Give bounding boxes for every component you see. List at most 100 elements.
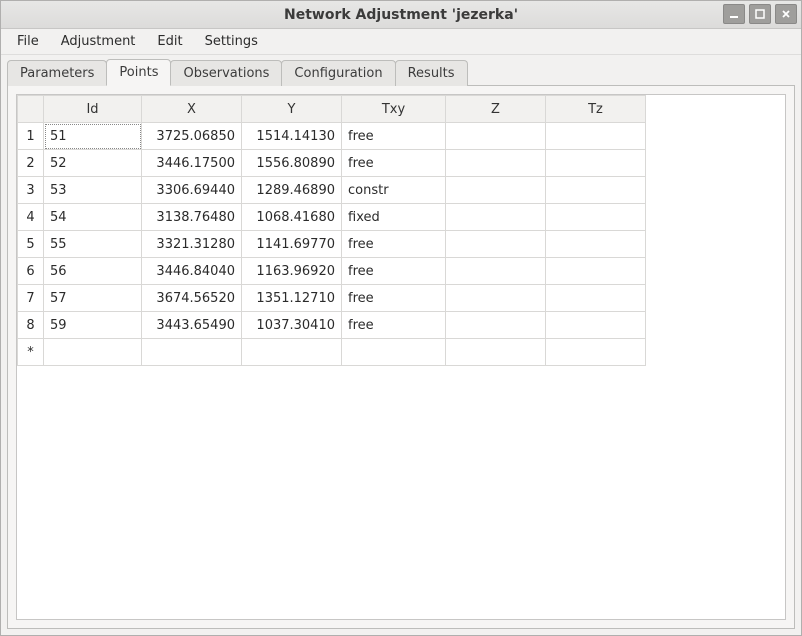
cell-x[interactable] [142, 339, 242, 366]
menu-adjustment[interactable]: Adjustment [51, 31, 146, 52]
cell-x[interactable]: 3321.31280 [142, 231, 242, 258]
points-grid[interactable]: Id X Y Txy Z Tz 1513725.068501514.14130f… [16, 94, 786, 620]
header-txy[interactable]: Txy [342, 96, 446, 123]
table-row[interactable]: 8593443.654901037.30410free [18, 312, 646, 339]
maximize-icon [755, 9, 765, 19]
cell-id[interactable]: 59 [44, 312, 142, 339]
cell-txy[interactable]: free [342, 150, 446, 177]
cell-y[interactable]: 1556.80890 [242, 150, 342, 177]
cell-tz[interactable] [546, 339, 646, 366]
cell-id[interactable]: 51 [44, 123, 142, 150]
close-icon [781, 9, 791, 19]
cell-z[interactable] [446, 285, 546, 312]
cell-txy[interactable]: free [342, 258, 446, 285]
cell-id[interactable] [44, 339, 142, 366]
cell-z[interactable] [446, 150, 546, 177]
new-row[interactable]: * [18, 339, 646, 366]
header-x[interactable]: X [142, 96, 242, 123]
cell-id[interactable]: 57 [44, 285, 142, 312]
table-row[interactable]: 2523446.175001556.80890free [18, 150, 646, 177]
cell-z[interactable] [446, 258, 546, 285]
cell-tz[interactable] [546, 150, 646, 177]
row-number[interactable]: 2 [18, 150, 44, 177]
cell-txy[interactable]: constr [342, 177, 446, 204]
cell-id[interactable]: 53 [44, 177, 142, 204]
cell-z[interactable] [446, 231, 546, 258]
header-z[interactable]: Z [446, 96, 546, 123]
cell-y[interactable]: 1068.41680 [242, 204, 342, 231]
table-row[interactable]: 5553321.312801141.69770free [18, 231, 646, 258]
menu-edit[interactable]: Edit [147, 31, 192, 52]
menubar: File Adjustment Edit Settings [1, 29, 801, 55]
cell-x[interactable]: 3138.76480 [142, 204, 242, 231]
tab-configuration[interactable]: Configuration [281, 60, 395, 86]
minimize-button[interactable] [723, 4, 745, 24]
cell-x[interactable]: 3306.69440 [142, 177, 242, 204]
tab-parameters[interactable]: Parameters [7, 60, 107, 86]
cell-x[interactable]: 3725.06850 [142, 123, 242, 150]
row-number[interactable]: 5 [18, 231, 44, 258]
row-number[interactable]: 3 [18, 177, 44, 204]
cell-txy[interactable]: free [342, 312, 446, 339]
cell-id[interactable]: 54 [44, 204, 142, 231]
cell-txy[interactable]: fixed [342, 204, 446, 231]
points-table: Id X Y Txy Z Tz 1513725.068501514.14130f… [17, 95, 646, 366]
tab-points[interactable]: Points [106, 59, 171, 86]
cell-x[interactable]: 3446.84040 [142, 258, 242, 285]
cell-y[interactable]: 1289.46890 [242, 177, 342, 204]
tab-observations[interactable]: Observations [170, 60, 282, 86]
row-number[interactable]: 8 [18, 312, 44, 339]
tabbar: Parameters Points Observations Configura… [1, 55, 801, 85]
cell-x[interactable]: 3446.17500 [142, 150, 242, 177]
cell-x[interactable]: 3443.65490 [142, 312, 242, 339]
close-button[interactable] [775, 4, 797, 24]
header-rownum[interactable] [18, 96, 44, 123]
cell-txy[interactable]: free [342, 231, 446, 258]
header-id[interactable]: Id [44, 96, 142, 123]
cell-z[interactable] [446, 123, 546, 150]
cell-txy[interactable]: free [342, 285, 446, 312]
cell-y[interactable]: 1141.69770 [242, 231, 342, 258]
cell-y[interactable]: 1163.96920 [242, 258, 342, 285]
cell-tz[interactable] [546, 285, 646, 312]
cell-id[interactable]: 56 [44, 258, 142, 285]
maximize-button[interactable] [749, 4, 771, 24]
cell-z[interactable] [446, 177, 546, 204]
cell-tz[interactable] [546, 123, 646, 150]
cell-z[interactable] [446, 339, 546, 366]
table-row[interactable]: 7573674.565201351.12710free [18, 285, 646, 312]
cell-y[interactable] [242, 339, 342, 366]
row-number[interactable]: 6 [18, 258, 44, 285]
new-row-marker[interactable]: * [18, 339, 44, 366]
row-number[interactable]: 7 [18, 285, 44, 312]
menu-file[interactable]: File [7, 31, 49, 52]
header-tz[interactable]: Tz [546, 96, 646, 123]
tab-results[interactable]: Results [395, 60, 468, 86]
cell-z[interactable] [446, 312, 546, 339]
cell-z[interactable] [446, 204, 546, 231]
table-row[interactable]: 6563446.840401163.96920free [18, 258, 646, 285]
cell-txy[interactable] [342, 339, 446, 366]
menu-settings[interactable]: Settings [195, 31, 268, 52]
header-row: Id X Y Txy Z Tz [18, 96, 646, 123]
table-row[interactable]: 1513725.068501514.14130free [18, 123, 646, 150]
cell-tz[interactable] [546, 231, 646, 258]
table-row[interactable]: 3533306.694401289.46890constr [18, 177, 646, 204]
cell-tz[interactable] [546, 312, 646, 339]
table-row[interactable]: 4543138.764801068.41680fixed [18, 204, 646, 231]
window-title: Network Adjustment 'jezerka' [1, 7, 801, 23]
cell-id[interactable]: 55 [44, 231, 142, 258]
cell-tz[interactable] [546, 258, 646, 285]
cell-id[interactable]: 52 [44, 150, 142, 177]
row-number[interactable]: 4 [18, 204, 44, 231]
cell-y[interactable]: 1514.14130 [242, 123, 342, 150]
cell-tz[interactable] [546, 204, 646, 231]
header-y[interactable]: Y [242, 96, 342, 123]
row-number[interactable]: 1 [18, 123, 44, 150]
cell-txy[interactable]: free [342, 123, 446, 150]
cell-x[interactable]: 3674.56520 [142, 285, 242, 312]
cell-y[interactable]: 1037.30410 [242, 312, 342, 339]
minimize-icon [729, 9, 739, 19]
cell-y[interactable]: 1351.12710 [242, 285, 342, 312]
cell-tz[interactable] [546, 177, 646, 204]
